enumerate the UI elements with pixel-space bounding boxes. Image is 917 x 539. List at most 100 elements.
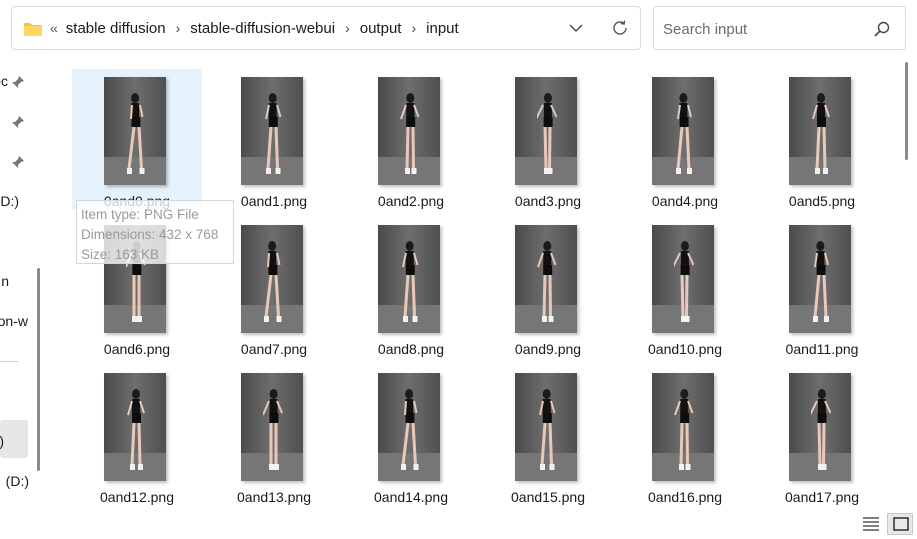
search-box[interactable] [653,6,906,50]
breadcrumb-separator[interactable]: › [176,20,181,36]
file-name: 0and12.png [100,489,174,505]
image-thumbnail [241,77,303,185]
file-item[interactable]: 0and12.png [72,365,202,505]
file-item[interactable]: 0and4.png [620,69,750,209]
nav-item[interactable]: n [0,268,30,294]
file-name: 0and11.png [785,341,859,357]
pin-icon[interactable] [11,75,25,89]
file-name: 0and17.png [785,489,859,505]
file-name: 0and14.png [374,489,448,505]
file-item[interactable]: 0and17.png [757,365,887,505]
person-figure [127,93,145,174]
file-item[interactable]: 0and0.png [72,69,202,209]
person-figure [400,93,420,174]
image-thumbnail [104,77,166,185]
file-item[interactable]: 0and9.png [483,217,613,357]
file-name: 0and5.png [788,193,856,209]
file-item[interactable]: 0and15.png [483,365,613,505]
file-tooltip: Item type: PNG File Dimensions: 432 x 76… [76,200,234,264]
file-name: 0and3.png [514,193,582,209]
file-item[interactable]: 0and1.png [209,69,339,209]
nav-item-label: on-w [0,313,28,329]
address-bar[interactable]: « stable diffusion › stable-diffusion-we… [11,6,641,50]
file-item[interactable]: 0and5.png [757,69,887,209]
breadcrumb-item-input[interactable]: input [426,20,459,37]
file-name: 0and15.png [511,489,585,505]
nav-item[interactable]: on-w [0,308,30,334]
file-item[interactable]: 0and10.png [620,217,750,357]
breadcrumb-overflow[interactable]: « [50,20,58,36]
file-item[interactable]: 0and16.png [620,365,750,505]
image-thumbnail [515,373,577,481]
file-name: 0and6.png [103,341,171,357]
person-figure [812,93,830,174]
image-thumbnail [378,373,440,481]
image-thumbnail [515,77,577,185]
nav-item-label: n [1,273,9,289]
person-figure [263,389,283,470]
person-figure [676,93,692,174]
content-scrollbar[interactable] [905,62,908,160]
file-grid: 0and0.png0and1.png 0and2.png 0and3.png 0and… [44,60,904,510]
image-thumbnail [789,225,851,333]
breadcrumb-item-stable-diffusion[interactable]: stable diffusion [66,20,166,37]
tooltip-item-type: Item type: PNG File [81,207,199,222]
image-thumbnail [515,225,577,333]
breadcrumb-item-output[interactable]: output [360,20,402,37]
image-thumbnail [241,373,303,481]
person-figure [674,241,694,322]
image-thumbnail [789,373,851,481]
file-item[interactable]: 0and13.png [209,365,339,505]
nav-item-label: (D:) [5,473,29,489]
person-figure [264,241,282,322]
file-name: 0and9.png [514,341,582,357]
nav-item-label: ec [0,73,8,89]
pin-icon[interactable] [11,155,25,169]
large-icons-view-button[interactable] [887,513,913,535]
person-figure [674,389,694,470]
file-item[interactable]: 0and3.png [483,69,613,209]
file-name: 0and10.png [648,341,722,357]
tooltip-size: Size: 163 KB [81,247,160,262]
person-figure [811,389,831,470]
file-name: 0and13.png [237,489,311,505]
folder-icon [24,23,42,36]
image-thumbnail [652,225,714,333]
breadcrumb-separator[interactable]: › [411,20,416,36]
search-icon[interactable] [873,20,891,38]
refresh-icon[interactable] [610,18,630,38]
nav-item-selected[interactable]: ) [0,428,30,454]
image-thumbnail [378,77,440,185]
person-figure [265,93,282,174]
chevron-down-icon[interactable] [568,20,584,36]
file-name: 0and7.png [240,341,308,357]
image-thumbnail [652,373,714,481]
nav-item-drive[interactable]: (D:) [0,468,30,494]
file-name: 0and4.png [651,193,719,209]
nav-scrollbar[interactable] [37,268,40,471]
file-item[interactable]: 0and11.png [757,217,887,357]
file-item[interactable]: 0and8.png [346,217,476,357]
person-figure [539,389,556,470]
image-thumbnail [378,225,440,333]
breadcrumb-item-stable-diffusion-webui[interactable]: stable-diffusion-webui [190,20,335,37]
details-view-icon[interactable] [862,516,880,532]
nav-item-label: ) [0,428,4,454]
person-figure [401,389,419,470]
person-figure [402,241,419,322]
file-item[interactable]: 0and2.png [346,69,476,209]
image-thumbnail [104,373,166,481]
file-name: 0and2.png [377,193,445,209]
person-figure [537,93,557,174]
pin-icon[interactable] [11,115,25,129]
search-input[interactable] [663,18,863,40]
breadcrumb-separator[interactable]: › [345,20,350,36]
large-icons-view-icon [893,517,909,531]
breadcrumb: « stable diffusion › stable-diffusion-we… [50,7,459,49]
tooltip-dimensions: Dimensions: 432 x 768 [81,227,219,242]
file-name: 0and16.png [648,489,722,505]
navigation-pane: ec D:) n on-w ) (D:) [0,60,30,510]
nav-item-drive[interactable]: D:) [0,188,30,214]
person-figure [813,241,829,322]
file-item[interactable]: 0and14.png [346,365,476,505]
